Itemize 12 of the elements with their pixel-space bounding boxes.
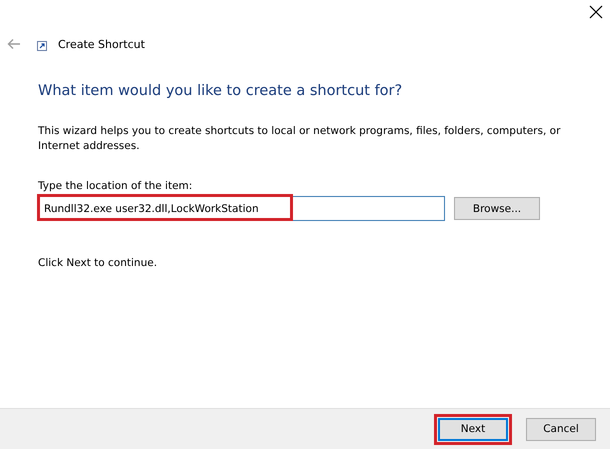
next-button[interactable]: Next [438,418,508,440]
location-label: Type the location of the item: [38,180,194,192]
wizard-heading: What item would you like to create a shortcut for? [38,83,404,99]
shortcut-icon [37,41,47,51]
close-icon[interactable] [588,4,604,20]
instruction-text: Click Next to continue. [38,257,158,269]
location-field[interactable]: Rundll32.exe user32.dll,LockWorkStation [38,196,445,221]
window-title: Create Shortcut [58,38,145,50]
wizard-description: This wizard helps you to create shortcuts to local or network programs, files, folders, computers, or Internet addresses. [38,124,562,154]
browse-button[interactable]: Browse... [454,197,540,220]
back-arrow-icon[interactable] [7,38,21,50]
cancel-button[interactable]: Cancel [526,418,596,440]
